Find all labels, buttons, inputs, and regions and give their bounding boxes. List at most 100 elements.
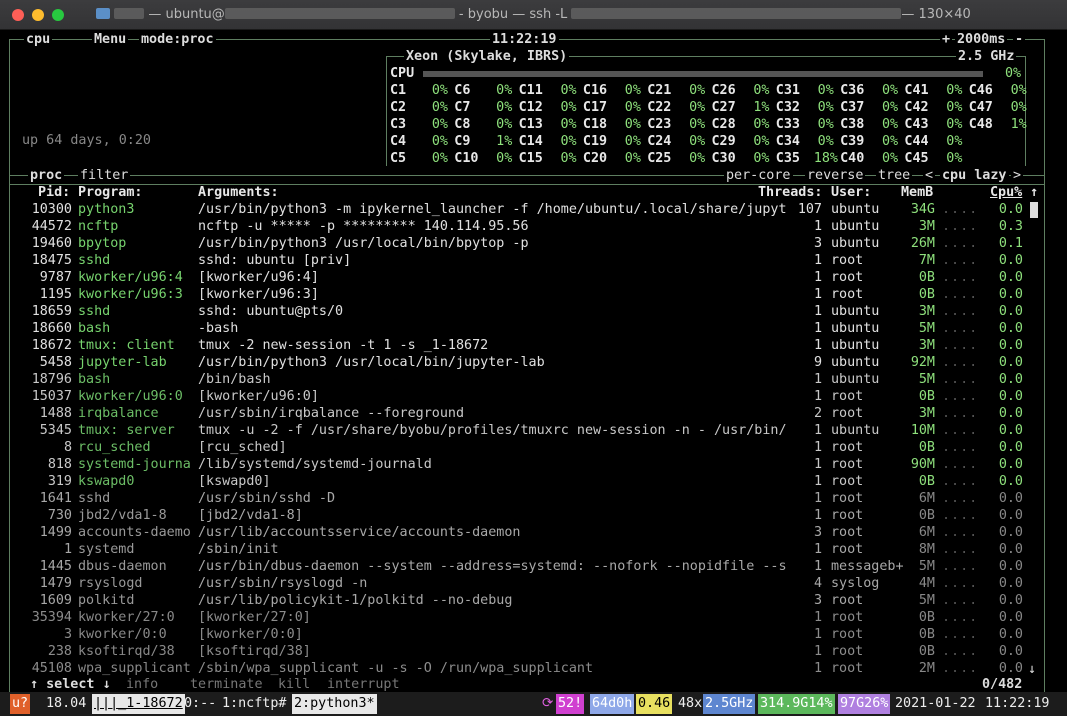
per-core-toggle[interactable]: per-core (724, 167, 793, 184)
pid-cell: 10300 (31, 202, 72, 217)
cpu-model: Xeon (Skylake, IBRS) (404, 48, 570, 65)
arguments-cell: /usr/bin/python3 -m ipykernel_launcher -… (198, 202, 787, 217)
interval-plus-button[interactable]: + (940, 31, 953, 48)
table-row[interactable]: 9787 kworker/u96:4 [kworker/u96:4] 1 root 0B.… (10, 269, 1030, 286)
program-cell: kworker/0:0 (78, 627, 167, 642)
interrupt-button[interactable]: interrupt (325, 676, 402, 693)
sort-direction-icon[interactable]: ↑ (1030, 184, 1038, 201)
table-row[interactable]: 238 ksoftirqd/38 [ksoftirqd/38] 1 root 0B....… (10, 643, 1030, 660)
threads-cell: 1 (813, 321, 822, 336)
table-row[interactable]: 1609 polkitd/usr/lib/policykit-1/polkitd … (10, 592, 1030, 609)
tree-toggle[interactable]: tree (876, 167, 913, 184)
table-row[interactable]: 18659 sshd sshd: ubuntu@pts/0 1 ubuntu 3M....… (10, 303, 1030, 320)
col-arguments[interactable]: Arguments: (198, 184, 279, 201)
core-label: C25 (647, 151, 672, 166)
kill-button[interactable]: kill (276, 676, 313, 693)
table-row[interactable]: 18672 tmux: client tmux -2 new-session -t … (10, 337, 1030, 354)
core-label: C40 (840, 151, 865, 166)
close-window-button[interactable] (12, 9, 24, 21)
program-cell: tmux: client (78, 338, 175, 353)
tab-menu[interactable]: Menu (92, 31, 129, 48)
table-row[interactable]: 1445 dbus-daemon/usr/bin/dbus-daemon --sy… (10, 558, 1030, 575)
table-row[interactable]: 3 kworker/0:0 [kworker/0:0] 1 root 0B.... 0.0 (10, 626, 1030, 643)
sort-next-button[interactable]: > (1011, 167, 1024, 184)
col-program[interactable]: Program: (78, 184, 143, 201)
arguments-cell: /sbin/init (198, 542, 279, 557)
cpu-graph: .... (942, 236, 979, 251)
arguments-cell: /bin/bash (198, 372, 271, 387)
threads-cell: 1 (813, 423, 822, 438)
cpu-cell: 0.0 (998, 406, 1023, 421)
tab-proc[interactable]: proc (28, 167, 65, 184)
sort-prev-button[interactable]: < (923, 167, 936, 184)
table-row[interactable]: 15037 kworker/u96:0 [kworker/u96:0] 1 root 0B… (10, 388, 1030, 405)
table-row[interactable]: 44572 ncftp ncftp -u ***** -p ********* 14… (10, 218, 1030, 235)
table-row[interactable]: 319 kswapd0 [kswapd0] 1 root 0B.... 0.0 (10, 473, 1030, 490)
reverse-toggle[interactable]: reverse (805, 167, 866, 184)
minimize-window-button[interactable] (32, 9, 44, 21)
col-pid[interactable]: Pid: (38, 184, 70, 201)
info-button[interactable]: info (124, 676, 161, 693)
table-row[interactable]: 18660 bash -bash 1 ubuntu 5M.... 0.0 (10, 320, 1030, 337)
table-row[interactable]: 1195 kworker/u96:3 [kworker/u96:3] 1 root 0B.… (10, 286, 1030, 303)
scrollbar-thumb[interactable] (1030, 202, 1038, 218)
table-row[interactable]: 35394 kworker/27:0 [kworker/27:0] 1 root 0B..… (10, 609, 1030, 626)
table-row[interactable]: 10300 python3/usr/bin/python3 -m ipykerne… (10, 201, 1030, 218)
core-usage: 0% (946, 151, 963, 166)
table-row[interactable]: 18796 bash/bin/bash 1 ubuntu 5M.... 0.0 (10, 371, 1030, 388)
col-threads[interactable]: Threads: (758, 184, 823, 201)
zoom-window-button[interactable] (52, 9, 64, 21)
byobu-statusbar: u? 18.04 |||_1-18672 0:-- 1:ncftp# 2:pyt… (0, 692, 1067, 716)
program-cell: sshd (78, 491, 111, 506)
table-row[interactable]: 19460 bpytop/usr/bin/python3 /usr/local/b… (10, 235, 1030, 252)
threads-cell: 1 (813, 287, 822, 302)
table-row[interactable]: 5458 jupyter-lab/usr/bin/python3 /usr/loc… (10, 354, 1030, 371)
session-name[interactable]: |||_1-18672 (92, 694, 185, 714)
threads-cell: 1 (813, 474, 822, 489)
pid-cell: 18796 (31, 372, 72, 387)
program-cell: jbd2/vda1-8 (78, 508, 167, 523)
col-cpu[interactable]: Cpu% (990, 184, 1022, 201)
sort-mode[interactable]: cpu lazy (940, 167, 1009, 184)
table-row[interactable]: 730 jbd2/vda1-8 [jbd2/vda1-8] 1 root 0B.... 0.… (10, 507, 1030, 524)
threads-cell: 3 (813, 236, 822, 251)
window-1[interactable]: 1:ncftp# (220, 694, 289, 714)
col-user[interactable]: User: (831, 184, 871, 201)
table-row[interactable]: 45108 wpa_supplicant/sbin/wpa_supplicant … (10, 660, 1030, 677)
program-cell: wpa_supplicant (78, 661, 191, 676)
table-row[interactable]: 818 systemd-journa/lib/systemd/systemd-jo… (10, 456, 1030, 473)
table-row[interactable]: 1 systemd/sbin/init 1 root 8M.... 0.0 (10, 541, 1030, 558)
core-usage: 0% (881, 134, 899, 149)
col-mem[interactable]: MemB (901, 184, 933, 201)
arguments-cell: /usr/bin/dbus-daemon --system --address=… (198, 559, 787, 574)
arguments-cell: tmux -2 new-session -t 1 -s _1-18672 (198, 338, 489, 353)
terminate-button[interactable]: terminate (188, 676, 265, 693)
mem-cell: 34G (910, 202, 935, 217)
cpu-cell: 0.0 (998, 457, 1023, 472)
user-cell: root (831, 287, 864, 302)
program-cell: polkitd (78, 593, 135, 608)
core-usage: 0% (624, 117, 641, 132)
cpu-cell: 0.0 (998, 661, 1023, 676)
filter-button[interactable]: filter (78, 167, 131, 184)
tab-mode[interactable]: mode:proc (139, 31, 216, 48)
table-row[interactable]: 1641 sshd/usr/sbin/sshd -D 1 root 6M.... 0.0 (10, 490, 1030, 507)
window-titlebar[interactable]: — ubuntu@ - byobu — ssh -L — 130×40 (0, 0, 1067, 30)
window-0[interactable]: 0:-- (182, 694, 218, 714)
cpu-cell: 0.0 (998, 389, 1023, 404)
table-row[interactable]: 1488 irqbalance/usr/sbin/irqbalance --for… (10, 405, 1030, 422)
window-2-active[interactable]: 2:python3* (292, 694, 377, 714)
mem-cell: 3M (918, 338, 935, 353)
select-button[interactable]: ↑ select ↓ (28, 676, 113, 693)
table-row[interactable]: 5345 tmux: server tmux -u -2 -f /usr/share… (10, 422, 1030, 439)
threads-cell: 1 (813, 253, 822, 268)
table-row[interactable]: 8 rcu_sched [rcu_sched] 1 root 0B.... 0.0 (10, 439, 1030, 456)
terminal[interactable]: cpu Menu mode:proc 11:22:19 + 2000ms - u… (0, 30, 1067, 716)
user-cell: root (831, 508, 864, 523)
table-row[interactable]: 1499 accounts-daemo/usr/lib/accountsservi… (10, 524, 1030, 541)
mem-cell: 6M (918, 491, 935, 506)
table-row[interactable]: 18475 sshd sshd: ubuntu [priv] 1 root 7M.... 0… (10, 252, 1030, 269)
table-row[interactable]: 1479 rsyslogd/usr/sbin/rsyslogd -n 4 syslog… (10, 575, 1030, 592)
tab-cpu[interactable]: cpu (24, 31, 53, 48)
interval-minus-button[interactable]: - (1013, 31, 1026, 48)
